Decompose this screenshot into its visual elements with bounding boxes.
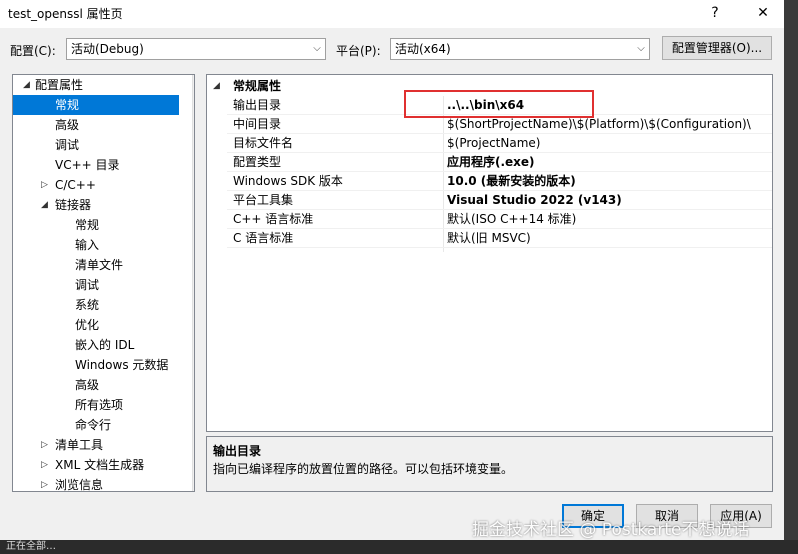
grid-row-name: C 语言标准	[233, 231, 294, 245]
tree-item-linker[interactable]: ◢ 链接器	[13, 195, 179, 215]
description-text: 指向已编译程序的放置位置的路径。可以包括环境变量。	[213, 462, 514, 476]
grid-row-cpp-standard[interactable]: C++ 语言标准 默认(ISO C++14 标准)	[227, 210, 772, 229]
property-grid: ◢ 常规属性 输出目录 ..\..\bin\x64 中间目录 $(ShortPr…	[206, 74, 773, 432]
tree-item-advanced[interactable]: 高级	[13, 115, 179, 135]
expand-icon[interactable]: ▷	[41, 435, 48, 455]
tree-item-label: 常规	[75, 218, 100, 232]
tree-item-general[interactable]: 常规	[13, 95, 179, 115]
tree-item-label: XML 文档生成器	[55, 458, 145, 472]
config-label: 配置(C):	[10, 44, 56, 58]
grid-category-label: 常规属性	[233, 79, 282, 93]
tree-item-label: C/C++	[55, 178, 96, 192]
collapse-icon[interactable]: ◢	[213, 77, 220, 96]
tree-item-label: 调试	[55, 138, 80, 152]
grid-row-name: 平台工具集	[233, 193, 294, 207]
tree-item-label: 高级	[55, 118, 80, 132]
scroll-down-icon[interactable]: ▼	[193, 475, 194, 491]
tree-item-linker-input[interactable]: 输入	[13, 235, 179, 255]
tree-item-linker-command-line[interactable]: 命令行	[13, 415, 179, 435]
tree-scrollbar[interactable]: ▲ ▼	[192, 75, 194, 491]
tree-item-browse-info[interactable]: ▷ 浏览信息	[13, 475, 179, 492]
description-panel: 输出目录 指向已编译程序的放置位置的路径。可以包括环境变量。	[206, 436, 773, 492]
tree-item-label: 配置属性	[35, 78, 84, 92]
tree-item-label: 调试	[75, 278, 100, 292]
property-pages-dialog: test_openssl 属性页 ? ✕ 配置(C): 活动(Debug) ⌵ …	[0, 0, 784, 540]
tree-item-label: 系统	[75, 298, 100, 312]
tree-item-linker-manifest[interactable]: 清单文件	[13, 255, 179, 275]
tree-item-linker-windows-metadata[interactable]: Windows 元数据	[13, 355, 179, 375]
expand-icon[interactable]: ▷	[41, 175, 48, 195]
tree-item-linker-general[interactable]: 常规	[13, 215, 179, 235]
grid-row-value[interactable]: 应用程序(.exe)	[447, 153, 535, 172]
grid-row-platform-toolset[interactable]: 平台工具集 Visual Studio 2022 (v143)	[227, 191, 772, 210]
grid-row-sdk-version[interactable]: Windows SDK 版本 10.0 (最新安装的版本)	[227, 172, 772, 191]
expand-icon[interactable]: ◢	[23, 75, 30, 95]
tree-item-label: 常规	[55, 98, 80, 112]
grid-row-name: Windows SDK 版本	[233, 174, 343, 188]
tree-item-config-properties[interactable]: ◢ 配置属性	[13, 75, 179, 95]
highlight-annotation	[404, 90, 594, 118]
tree-item-linker-advanced[interactable]: 高级	[13, 375, 179, 395]
chevron-down-icon: ⌵	[313, 43, 321, 54]
tree-item-label: 优化	[75, 318, 100, 332]
tree-item-manifest-tool[interactable]: ▷ 清单工具	[13, 435, 179, 455]
tree-item-label: 输入	[75, 238, 100, 252]
tree-item-label: 高级	[75, 378, 100, 392]
watermark: 掘金技术社区 @ Postkarte不想说话	[472, 520, 750, 540]
tree-item-label: 清单工具	[55, 438, 104, 452]
help-icon[interactable]: ?	[700, 2, 730, 24]
close-icon[interactable]: ✕	[748, 2, 778, 24]
grid-row-config-type[interactable]: 配置类型 应用程序(.exe)	[227, 153, 772, 172]
grid-row-value[interactable]: 默认(旧 MSVC)	[447, 229, 531, 248]
grid-row-name: 配置类型	[233, 155, 282, 169]
expand-icon[interactable]: ▷	[41, 455, 48, 475]
tree-item-label: VC++ 目录	[55, 158, 120, 172]
grid-row-value[interactable]: 默认(ISO C++14 标准)	[447, 210, 576, 229]
tree-item-linker-debugging[interactable]: 调试	[13, 275, 179, 295]
scroll-up-icon[interactable]: ▲	[193, 75, 194, 91]
platform-label: 平台(P):	[336, 44, 381, 58]
tree-item-debugging[interactable]: 调试	[13, 135, 179, 155]
tree-item-label: 链接器	[55, 198, 92, 212]
tree-item-linker-system[interactable]: 系统	[13, 295, 179, 315]
property-tree: ◢ 配置属性 常规 高级 调试 VC++ 目录 ▷ C/C++ ◢ 链接器 常规…	[12, 74, 195, 492]
expand-icon[interactable]: ◢	[41, 195, 48, 215]
tree-item-label: 浏览信息	[55, 478, 104, 492]
config-select[interactable]: 活动(Debug) ⌵	[66, 38, 326, 60]
tree-item-linker-embedded-idl[interactable]: 嵌入的 IDL	[13, 335, 179, 355]
expand-icon[interactable]: ▷	[41, 475, 48, 491]
grid-row-value[interactable]: Visual Studio 2022 (v143)	[447, 191, 622, 210]
tree-item-label: 命令行	[75, 418, 112, 432]
grid-row-name: 中间目录	[233, 117, 282, 131]
config-select-value: 活动(Debug)	[71, 42, 144, 56]
tree-item-vc-directories[interactable]: VC++ 目录	[13, 155, 179, 175]
grid-row-c-standard[interactable]: C 语言标准 默认(旧 MSVC)	[227, 229, 772, 248]
description-title: 输出目录	[213, 444, 262, 458]
tree-item-c-cpp[interactable]: ▷ C/C++	[13, 175, 179, 195]
tree-item-label: Windows 元数据	[75, 358, 169, 372]
tree-item-linker-all-options[interactable]: 所有选项	[13, 395, 179, 415]
chevron-down-icon: ⌵	[637, 43, 645, 54]
tree-item-label: 嵌入的 IDL	[75, 338, 135, 352]
title-bar: test_openssl 属性页 ? ✕	[0, 0, 784, 28]
grid-row-name: 输出目录	[233, 98, 282, 112]
grid-row-value[interactable]: $(ProjectName)	[447, 134, 540, 153]
window-title: test_openssl 属性页	[8, 7, 123, 21]
tree-item-xml-doc-generator[interactable]: ▷ XML 文档生成器	[13, 455, 179, 475]
platform-select[interactable]: 活动(x64) ⌵	[390, 38, 650, 60]
config-manager-button[interactable]: 配置管理器(O)...	[662, 36, 772, 60]
background-status-text: 正在全部…	[0, 540, 798, 554]
background-window-edge	[784, 0, 798, 554]
tree-item-label: 所有选项	[75, 398, 124, 412]
grid-row-target-name[interactable]: 目标文件名 $(ProjectName)	[227, 134, 772, 153]
grid-row-value[interactable]: 10.0 (最新安装的版本)	[447, 172, 576, 191]
tree-item-linker-optimization[interactable]: 优化	[13, 315, 179, 335]
platform-select-value: 活动(x64)	[395, 42, 451, 56]
grid-row-name: C++ 语言标准	[233, 212, 314, 226]
grid-row-name: 目标文件名	[233, 136, 294, 150]
tree-item-label: 清单文件	[75, 258, 124, 272]
